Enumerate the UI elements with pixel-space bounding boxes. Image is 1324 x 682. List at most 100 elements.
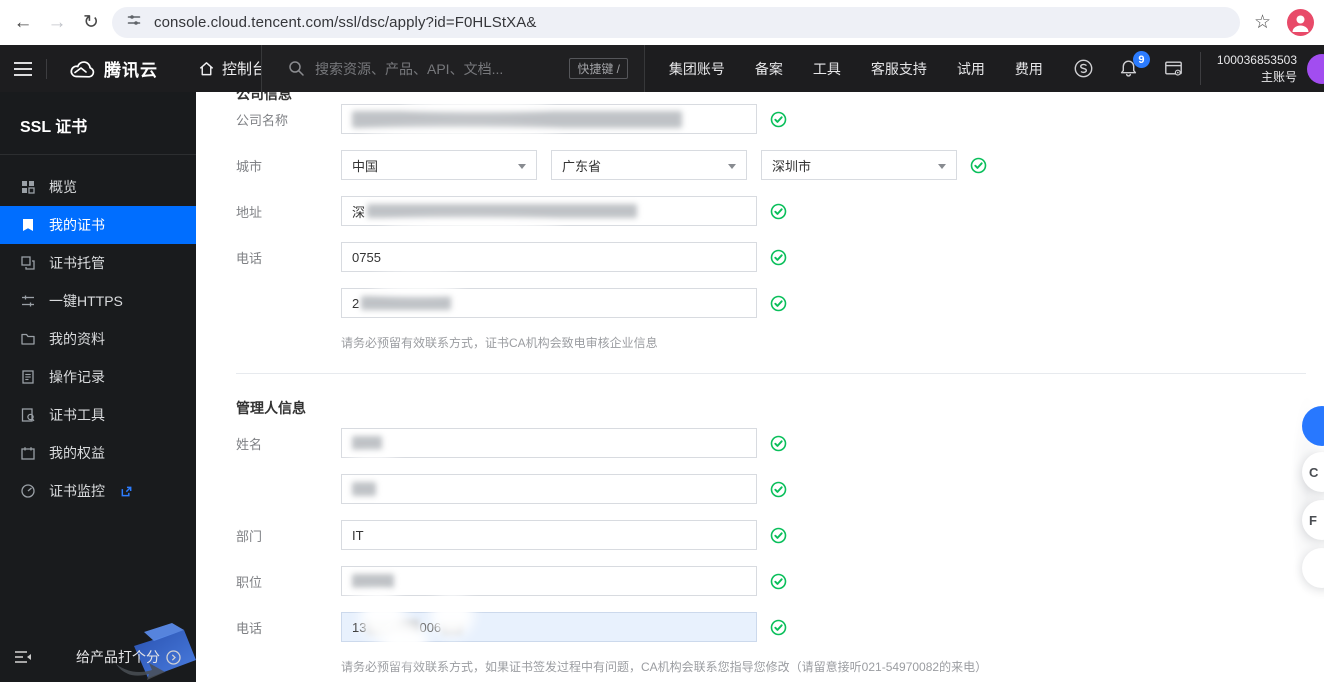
company-hint: 请务必预留有效联系方式，证书CA机构会致电审核企业信息 xyxy=(341,336,658,350)
brand-name: 腾讯云 xyxy=(104,61,158,80)
phone-value: 0755 xyxy=(352,249,381,265)
notifications-bell-icon[interactable]: 9 xyxy=(1118,51,1150,79)
search-placeholder: 搜索资源、产品、API、文档... xyxy=(315,60,504,77)
forward-icon[interactable]: → xyxy=(40,12,74,34)
address-input[interactable]: 深 xyxy=(341,196,757,241)
products-menu-icon[interactable] xyxy=(0,61,46,76)
tools-icon xyxy=(21,408,35,422)
redaction-smudge xyxy=(360,595,406,641)
url-text[interactable]: console.cloud.tencent.com/ssl/dsc/apply?… xyxy=(154,14,537,31)
sidebar-item-one-click-https[interactable]: 一键HTTPS xyxy=(0,282,196,320)
menu-item-icp[interactable]: 备案 xyxy=(755,59,783,79)
refresh-icon[interactable]: ↻ xyxy=(74,11,108,34)
province-select[interactable]: 广东省 xyxy=(551,150,747,180)
redacted-value xyxy=(352,482,376,496)
sidebar-nav: 概览 我的证书 证书托管 一键HTTPS 我的资料 操作记录 证书工具 我的权益… xyxy=(0,168,196,510)
sidebar-item-label: 概览 xyxy=(49,179,77,195)
sidebar-item-label: 我的资料 xyxy=(49,331,105,347)
sidebar-item-my-certificates[interactable]: 我的证书 xyxy=(0,206,196,244)
back-icon[interactable]: ← xyxy=(6,12,40,34)
valid-check-icon xyxy=(770,249,787,266)
job-title-label: 职位 xyxy=(236,574,263,590)
redaction-smudge xyxy=(372,273,462,293)
navbar-menu: 集团账号 备案 工具 客服支持 试用 费用 xyxy=(669,59,1043,79)
console-link[interactable]: 控制台 xyxy=(198,58,267,79)
sidebar-footer: 给产品打个分 xyxy=(0,623,196,682)
menu-item-group-account[interactable]: 集团账号 xyxy=(669,59,725,79)
sidebar-item-operation-records[interactable]: 操作记录 xyxy=(0,358,196,396)
workorder-icon[interactable] xyxy=(1163,58,1184,79)
company-phone2-row: 2 xyxy=(236,273,1324,318)
feedback-icon[interactable] xyxy=(1073,58,1094,79)
sidebar-item-label: 操作记录 xyxy=(49,369,105,385)
phone-label: 电话 xyxy=(236,250,263,266)
shortcut-key-badge: 快捷键 / xyxy=(569,58,628,79)
float-button-glyph: C xyxy=(1309,464,1319,480)
divider xyxy=(0,154,196,155)
address-row: 地址 深 xyxy=(236,196,1324,241)
company-phone-input[interactable]: 0755 xyxy=(341,242,757,272)
company-name-input[interactable] xyxy=(341,92,757,149)
department-input[interactable]: IT xyxy=(341,520,757,550)
city-select[interactable]: 深圳市 xyxy=(761,150,957,180)
certificate-icon xyxy=(23,219,33,231)
global-search-input[interactable]: 搜索资源、产品、API、文档... 快捷键 / xyxy=(261,45,645,92)
redaction-smudge xyxy=(347,455,397,473)
phone-visible-text: 006 xyxy=(419,619,442,635)
menu-item-tools[interactable]: 工具 xyxy=(813,59,841,79)
home-icon xyxy=(199,62,214,76)
manager-phone-label: 电话 xyxy=(236,620,263,636)
hosting-icon xyxy=(21,256,35,270)
valid-check-icon xyxy=(770,527,787,544)
country-select[interactable]: 中国 xyxy=(341,150,537,180)
browser-profile-avatar[interactable] xyxy=(1287,9,1315,36)
manager-name-input[interactable] xyxy=(341,428,757,473)
search-icon xyxy=(289,61,304,76)
sidebar-item-my-benefits[interactable]: 我的权益 xyxy=(0,434,196,472)
manager-name-label: 姓名 xyxy=(236,436,263,452)
menu-item-support[interactable]: 客服支持 xyxy=(871,59,927,79)
account-role: 主账号 xyxy=(1260,69,1297,84)
tencent-cloud-logo[interactable]: 腾讯云 xyxy=(69,56,158,81)
chevron-down-icon xyxy=(728,164,736,169)
chevron-down-icon xyxy=(938,164,946,169)
company-phone2-input[interactable]: 2 xyxy=(341,273,757,318)
account-info[interactable]: 100036853503 主账号 xyxy=(1199,51,1297,86)
valid-check-icon xyxy=(770,295,787,312)
manager-phone-input[interactable]: 13 006 xyxy=(341,593,757,661)
sidebar-item-label: 证书工具 xyxy=(49,407,105,423)
redacted-value xyxy=(442,620,463,634)
rate-product-button[interactable]: 给产品打个分 xyxy=(76,647,181,667)
collapse-sidebar-icon[interactable] xyxy=(14,650,32,664)
phone2-visible-text: 2 xyxy=(352,295,360,311)
province-value: 广东省 xyxy=(562,158,602,174)
manager-section-title: 管理人信息 xyxy=(236,400,306,416)
sidebar-item-cert-monitor[interactable]: 证书监控 xyxy=(0,472,196,510)
address-label: 地址 xyxy=(236,204,263,220)
folder-icon xyxy=(21,333,35,345)
bookmark-star-icon[interactable]: ☆ xyxy=(1254,11,1271,34)
manager-name2-input[interactable] xyxy=(341,474,757,504)
job-title-input[interactable] xyxy=(341,566,757,611)
site-info-icon[interactable] xyxy=(126,12,142,33)
sidebar-item-overview[interactable]: 概览 xyxy=(0,168,196,206)
menu-item-trial[interactable]: 试用 xyxy=(957,59,985,79)
redacted-value xyxy=(352,110,682,128)
user-avatar[interactable] xyxy=(1307,53,1324,84)
address-bar[interactable]: console.cloud.tencent.com/ssl/dsc/apply?… xyxy=(112,7,1240,38)
redacted-value xyxy=(361,296,452,310)
notification-count-badge: 9 xyxy=(1132,51,1150,68)
department-label: 部门 xyxy=(236,528,263,544)
manager-name-row: 姓名 xyxy=(236,428,1324,473)
rate-product-label: 给产品打个分 xyxy=(76,649,160,665)
divider xyxy=(46,58,47,79)
menu-item-billing[interactable]: 费用 xyxy=(1015,59,1043,79)
sidebar-title: SSL 证书 xyxy=(20,119,88,136)
chevron-right-circle-icon xyxy=(166,649,181,665)
valid-check-icon xyxy=(770,435,787,452)
sidebar-item-cert-hosting[interactable]: 证书托管 xyxy=(0,244,196,282)
sidebar-item-my-profile[interactable]: 我的资料 xyxy=(0,320,196,358)
sidebar-item-cert-tools[interactable]: 证书工具 xyxy=(0,396,196,434)
redacted-value xyxy=(352,574,394,588)
sidebar-item-label: 证书监控 xyxy=(49,483,105,499)
